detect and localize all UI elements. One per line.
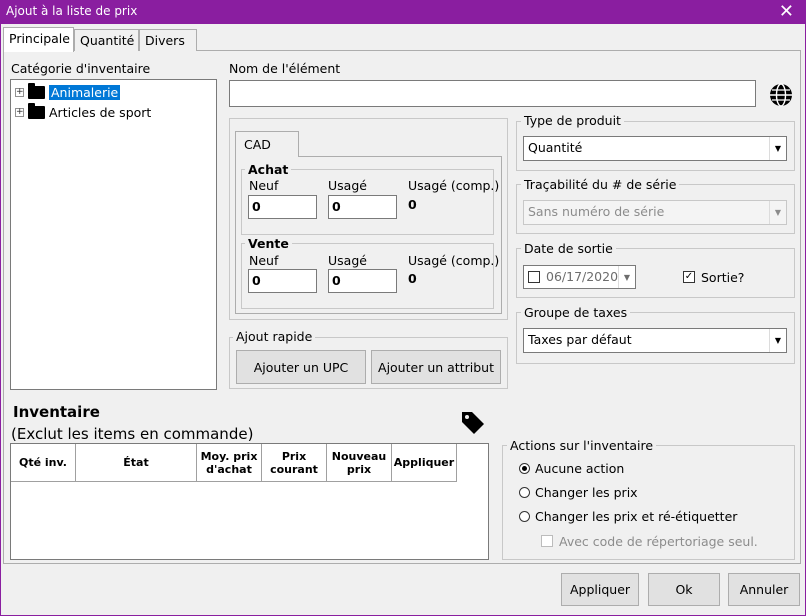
- released-label: Sortie?: [701, 270, 745, 285]
- tree-item-label: Articles de sport: [49, 104, 152, 120]
- radio-change-prices[interactable]: [519, 487, 530, 498]
- tax-group-value: Taxes par défaut: [528, 332, 632, 347]
- apply-button[interactable]: Appliquer: [561, 573, 639, 606]
- purchase-used-comp-value: 0: [408, 197, 417, 212]
- column-header[interactable]: Appliquer: [392, 444, 457, 482]
- chevron-down-icon[interactable]: ▼: [769, 329, 786, 352]
- category-tree[interactable]: + Animalerie + Articles de sport: [10, 79, 217, 390]
- sale-new-input[interactable]: 0: [248, 269, 317, 293]
- column-header[interactable]: Qté inv.: [11, 444, 76, 482]
- column-header[interactable]: Moy. prix d'achat: [197, 444, 262, 482]
- sale-used-comp-label: Usagé (comp.): [408, 253, 500, 268]
- release-date-value: 06/17/2020: [546, 269, 619, 284]
- released-checkbox[interactable]: ✓: [683, 271, 695, 283]
- product-type-title: Type de produit: [521, 113, 624, 128]
- add-upc-button[interactable]: Ajouter un UPC: [236, 350, 366, 384]
- sale-title: Vente: [245, 236, 292, 251]
- chevron-down-icon[interactable]: ▼: [618, 266, 635, 288]
- window-title: Ajout à la liste de prix: [6, 4, 138, 18]
- release-date-title: Date de sortie: [521, 241, 616, 256]
- tax-group-select[interactable]: Taxes par défaut ▼: [523, 328, 787, 353]
- release-date-picker[interactable]: 06/17/2020 ▼: [523, 265, 636, 289]
- column-header[interactable]: Nouveau prix: [327, 444, 392, 482]
- serial-tracking-title: Traçabilité du # de série: [521, 177, 680, 192]
- folder-open-icon: [28, 82, 45, 99]
- with-code-checkbox: [541, 535, 553, 547]
- item-name-input[interactable]: [229, 80, 756, 107]
- serial-tracking-value: Sans numéro de série: [528, 204, 665, 219]
- with-code-label: Avec code de répertoriage seul.: [559, 534, 758, 549]
- globe-icon[interactable]: [768, 82, 794, 108]
- tax-group-title: Groupe de taxes: [521, 305, 631, 320]
- purchase-title: Achat: [245, 162, 292, 177]
- tab-cad[interactable]: CAD: [235, 131, 299, 157]
- serial-tracking-select: Sans numéro de série ▼: [523, 200, 787, 225]
- release-date-checkbox[interactable]: [528, 271, 540, 283]
- column-header[interactable]: État: [76, 444, 197, 482]
- ok-button[interactable]: Ok: [648, 573, 720, 606]
- expand-icon[interactable]: +: [15, 107, 24, 117]
- sale-used-label: Usagé: [328, 253, 367, 268]
- quick-add-title: Ajout rapide: [233, 329, 316, 344]
- tab-quantite[interactable]: Quantité: [74, 29, 139, 51]
- inventory-title: Inventaire: [13, 403, 100, 421]
- chevron-down-icon[interactable]: ▼: [769, 137, 786, 160]
- chevron-down-icon: ▼: [769, 201, 786, 224]
- purchase-used-input[interactable]: 0: [328, 195, 397, 219]
- category-label: Catégorie d'inventaire: [11, 61, 151, 76]
- inventory-table[interactable]: Qté inv. État Moy. prix d'achat Prix cou…: [10, 443, 489, 560]
- radio-change-prices-relabel[interactable]: [519, 511, 530, 522]
- tree-item-label: Animalerie: [49, 84, 121, 100]
- price-tag-icon[interactable]: [460, 410, 486, 436]
- add-attribute-button[interactable]: Ajouter un attribut: [371, 350, 501, 384]
- product-type-select[interactable]: Quantité ▼: [523, 136, 787, 161]
- tab-divers[interactable]: Divers: [139, 29, 197, 51]
- close-icon[interactable]: ✕: [779, 0, 794, 24]
- purchase-used-comp-label: Usagé (comp.): [408, 178, 500, 193]
- inventory-subtitle: (Exclut les items en commande): [11, 425, 254, 443]
- cancel-button[interactable]: Annuler: [728, 573, 800, 606]
- expand-icon[interactable]: +: [15, 87, 24, 97]
- tab-principale[interactable]: Principale: [3, 27, 74, 52]
- title-bar: Ajout à la liste de prix ✕: [0, 0, 806, 24]
- purchase-new-label: Neuf: [249, 178, 279, 193]
- purchase-new-input[interactable]: 0: [248, 195, 317, 219]
- sale-used-comp-value: 0: [408, 271, 417, 286]
- inventory-actions-title: Actions sur l'inventaire: [507, 438, 657, 453]
- tree-item-animalerie[interactable]: + Animalerie: [15, 82, 121, 101]
- item-name-label: Nom de l'élément: [229, 61, 341, 76]
- purchase-used-label: Usagé: [328, 178, 367, 193]
- radio-no-action-label: Aucune action: [535, 461, 625, 476]
- sale-new-label: Neuf: [249, 253, 279, 268]
- radio-change-prices-relabel-label: Changer les prix et ré-étiquetter: [535, 509, 738, 524]
- product-type-value: Quantité: [528, 140, 583, 155]
- column-header[interactable]: Prix courant: [262, 444, 327, 482]
- radio-change-prices-label: Changer les prix: [535, 485, 638, 500]
- folder-icon: [28, 102, 45, 119]
- radio-no-action[interactable]: [519, 463, 530, 474]
- tree-item-articles-de-sport[interactable]: + Articles de sport: [15, 102, 152, 121]
- sale-used-input[interactable]: 0: [328, 269, 397, 293]
